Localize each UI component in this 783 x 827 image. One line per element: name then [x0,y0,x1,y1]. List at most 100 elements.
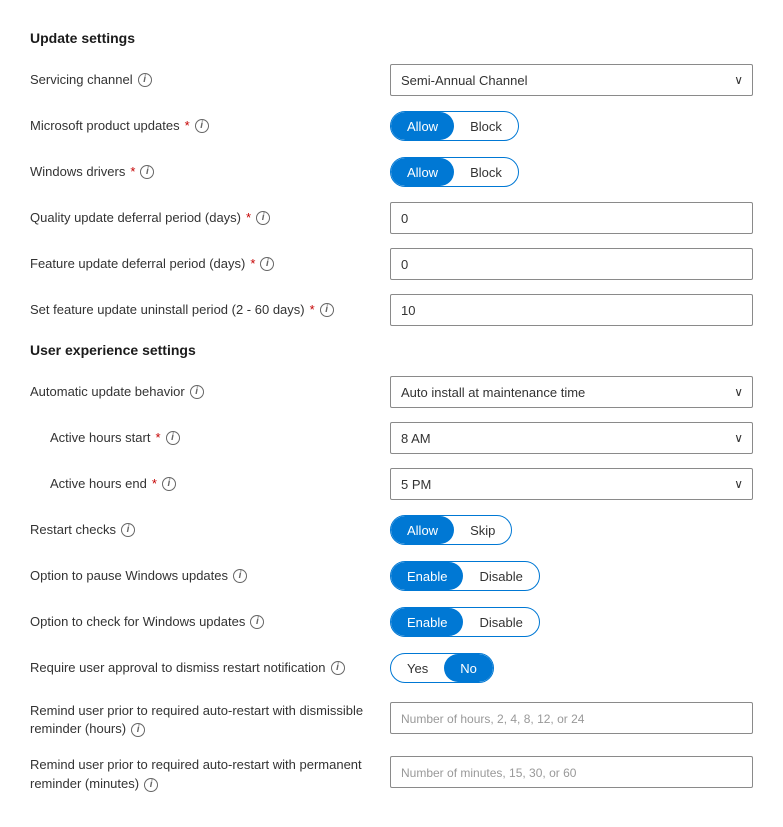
user-experience-section: User experience settings Automatic updat… [30,342,753,793]
quality-update-deferral-info-icon[interactable]: i [256,211,270,225]
automatic-update-behavior-label: Automatic update behavior i [30,384,390,401]
restart-checks-info-icon[interactable]: i [121,523,135,537]
microsoft-product-updates-required: * [185,118,190,135]
active-hours-end-row: Active hours end * i 5 PM 4 PM 6 PM 7 PM… [30,468,753,500]
microsoft-product-updates-label: Microsoft product updates * i [30,118,390,135]
feature-update-uninstall-label: Set feature update uninstall period (2 -… [30,302,390,319]
check-windows-updates-toggle: Enable Disable [390,607,540,637]
servicing-channel-dropdown[interactable]: Semi-Annual Channel Semi-Annual Channel … [390,64,753,96]
windows-drivers-allow-button[interactable]: Allow [391,158,454,186]
microsoft-product-updates-toggle: Allow Block [390,111,519,141]
windows-drivers-label: Windows drivers * i [30,164,390,181]
remind-dismissible-control [390,702,753,734]
windows-drivers-toggle: Allow Block [390,157,519,187]
remind-permanent-label: Remind user prior to required auto-resta… [30,756,390,792]
remind-permanent-input[interactable] [390,756,753,788]
pause-windows-updates-row: Option to pause Windows updates i Enable… [30,560,753,592]
feature-update-uninstall-info-icon[interactable]: i [320,303,334,317]
check-windows-updates-info-icon[interactable]: i [250,615,264,629]
check-windows-updates-text: Option to check for Windows updates [30,614,245,631]
restart-checks-label: Restart checks i [30,522,390,539]
feature-update-uninstall-text: Set feature update uninstall period (2 -… [30,302,305,319]
active-hours-end-text: Active hours end [50,476,147,493]
servicing-channel-row: Servicing channel i Semi-Annual Channel … [30,64,753,96]
servicing-channel-dropdown-wrapper: Semi-Annual Channel Semi-Annual Channel … [390,64,753,96]
check-windows-updates-label: Option to check for Windows updates i [30,614,390,631]
microsoft-product-updates-info-icon[interactable]: i [195,119,209,133]
remind-dismissible-text-line2: reminder (hours) i [30,720,380,738]
remind-dismissible-label: Remind user prior to required auto-resta… [30,702,390,738]
active-hours-start-info-icon[interactable]: i [166,431,180,445]
restart-checks-control: Allow Skip [390,515,753,545]
check-windows-updates-disable-button[interactable]: Disable [463,608,538,636]
pause-windows-updates-toggle: Enable Disable [390,561,540,591]
windows-drivers-row: Windows drivers * i Allow Block [30,156,753,188]
restart-checks-allow-button[interactable]: Allow [391,516,454,544]
quality-update-deferral-text: Quality update deferral period (days) [30,210,241,227]
remind-dismissible-row: Remind user prior to required auto-resta… [30,698,753,738]
microsoft-product-updates-text: Microsoft product updates [30,118,180,135]
servicing-channel-info-icon[interactable]: i [138,73,152,87]
pause-windows-updates-enable-button[interactable]: Enable [391,562,463,590]
require-user-approval-info-icon[interactable]: i [331,661,345,675]
quality-update-deferral-control [390,202,753,234]
feature-update-uninstall-required: * [310,302,315,319]
active-hours-end-required: * [152,476,157,493]
quality-update-deferral-label: Quality update deferral period (days) * … [30,210,390,227]
feature-update-deferral-input[interactable] [390,248,753,280]
feature-update-deferral-row: Feature update deferral period (days) * … [30,248,753,280]
restart-checks-skip-button[interactable]: Skip [454,516,511,544]
pause-windows-updates-info-icon[interactable]: i [233,569,247,583]
remind-dismissible-info-icon[interactable]: i [131,723,145,737]
remind-permanent-info-icon[interactable]: i [144,778,158,792]
update-settings-section: Update settings Servicing channel i Semi… [30,30,753,326]
active-hours-start-dropdown[interactable]: 8 AM 6 AM 7 AM 9 AM 10 AM [390,422,753,454]
require-user-approval-row: Require user approval to dismiss restart… [30,652,753,684]
windows-drivers-block-button[interactable]: Block [454,158,518,186]
require-user-approval-text: Require user approval to dismiss restart… [30,660,326,677]
quality-update-deferral-input[interactable] [390,202,753,234]
windows-drivers-required: * [130,164,135,181]
restart-checks-toggle: Allow Skip [390,515,512,545]
automatic-update-behavior-control: Auto install at maintenance time Auto in… [390,376,753,408]
active-hours-end-dropdown[interactable]: 5 PM 4 PM 6 PM 7 PM 8 PM [390,468,753,500]
restart-checks-text: Restart checks [30,522,116,539]
require-user-approval-yes-button[interactable]: Yes [391,654,444,682]
check-windows-updates-enable-button[interactable]: Enable [391,608,463,636]
remind-dismissible-input[interactable] [390,702,753,734]
automatic-update-behavior-text: Automatic update behavior [30,384,185,401]
automatic-update-behavior-row: Automatic update behavior i Auto install… [30,376,753,408]
pause-windows-updates-disable-button[interactable]: Disable [463,562,538,590]
feature-update-deferral-required: * [250,256,255,273]
active-hours-start-control: 8 AM 6 AM 7 AM 9 AM 10 AM [390,422,753,454]
feature-update-deferral-label: Feature update deferral period (days) * … [30,256,390,273]
active-hours-end-info-icon[interactable]: i [162,477,176,491]
servicing-channel-text: Servicing channel [30,72,133,89]
check-windows-updates-row: Option to check for Windows updates i En… [30,606,753,638]
check-windows-updates-control: Enable Disable [390,607,753,637]
automatic-update-behavior-dropdown[interactable]: Auto install at maintenance time Auto in… [390,376,753,408]
active-hours-end-label: Active hours end * i [30,476,390,493]
automatic-update-behavior-info-icon[interactable]: i [190,385,204,399]
microsoft-product-updates-block-button[interactable]: Block [454,112,518,140]
require-user-approval-no-button[interactable]: No [444,654,493,682]
microsoft-product-updates-allow-button[interactable]: Allow [391,112,454,140]
pause-windows-updates-control: Enable Disable [390,561,753,591]
remind-permanent-row: Remind user prior to required auto-resta… [30,752,753,792]
restart-checks-row: Restart checks i Allow Skip [30,514,753,546]
feature-update-uninstall-input[interactable] [390,294,753,326]
windows-drivers-text: Windows drivers [30,164,125,181]
remind-permanent-text-minutes: reminder (minutes) [30,775,139,793]
user-experience-title: User experience settings [30,342,753,358]
quality-update-deferral-row: Quality update deferral period (days) * … [30,202,753,234]
require-user-approval-label: Require user approval to dismiss restart… [30,660,390,677]
feature-update-deferral-info-icon[interactable]: i [260,257,274,271]
pause-windows-updates-text: Option to pause Windows updates [30,568,228,585]
servicing-channel-label: Servicing channel i [30,72,390,89]
quality-update-deferral-required: * [246,210,251,227]
remind-dismissible-text-hours: reminder (hours) [30,720,126,738]
windows-drivers-info-icon[interactable]: i [140,165,154,179]
remind-permanent-text-line1: Remind user prior to required auto-resta… [30,756,380,774]
servicing-channel-control: Semi-Annual Channel Semi-Annual Channel … [390,64,753,96]
active-hours-end-control: 5 PM 4 PM 6 PM 7 PM 8 PM [390,468,753,500]
